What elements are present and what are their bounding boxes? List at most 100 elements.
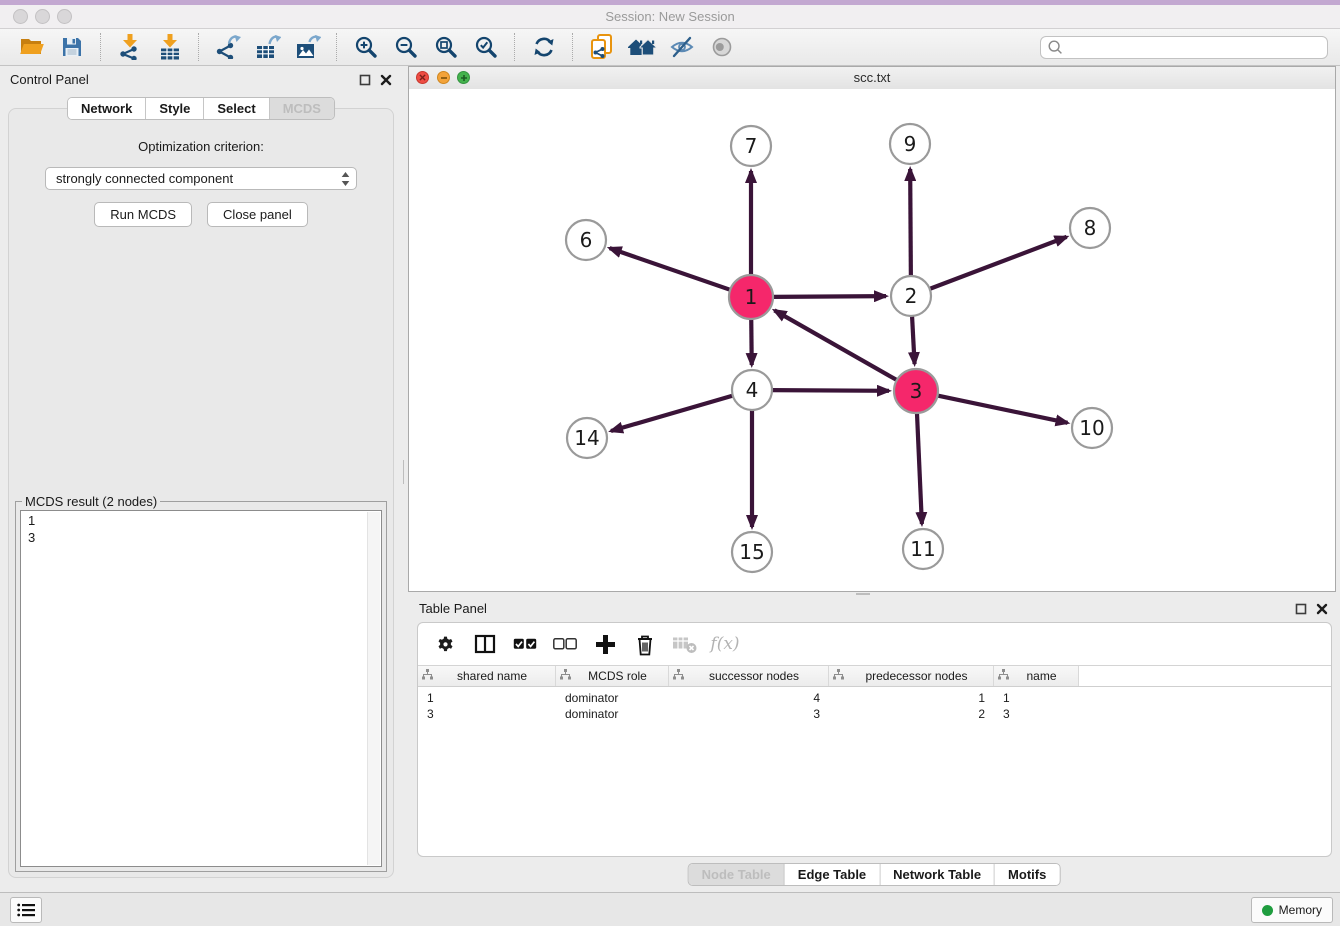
column-label: MCDS role: [571, 669, 664, 683]
column-label: predecessor nodes: [844, 669, 989, 683]
zoom-in-icon[interactable]: [350, 32, 382, 62]
table-header-row: shared name MCDS role successor nodes prede…: [418, 665, 1331, 687]
column-header-shared-name[interactable]: shared name: [418, 666, 556, 686]
delete-table-icon[interactable]: [672, 631, 698, 657]
edge-2-3[interactable]: [912, 316, 915, 364]
network-canvas[interactable]: 7968124314101511: [409, 89, 1335, 591]
hide-details-icon[interactable]: [666, 32, 698, 62]
table-row[interactable]: 3dominator323: [418, 706, 1331, 722]
float-panel-icon[interactable]: [1295, 602, 1307, 620]
result-scrollbar[interactable]: [367, 512, 380, 865]
close-panel-button[interactable]: Close panel: [207, 202, 308, 227]
tab-motifs[interactable]: Motifs: [995, 864, 1059, 885]
node-label-4: 4: [746, 378, 759, 402]
task-history-button[interactable]: [10, 897, 42, 923]
edge-3-11[interactable]: [917, 413, 922, 524]
table-cell: dominator: [556, 707, 669, 721]
control-panel-title: Control Panel: [10, 72, 89, 87]
table-cell: 1: [418, 691, 556, 705]
add-column-icon[interactable]: [592, 631, 618, 657]
result-line: 3: [28, 529, 365, 546]
close-panel-icon[interactable]: [1316, 602, 1328, 620]
close-panel-icon[interactable]: [380, 73, 392, 91]
edge-1-2[interactable]: [773, 296, 886, 297]
save-session-icon[interactable]: [56, 32, 88, 62]
function-builder-icon[interactable]: f(x): [712, 631, 738, 657]
network-window-titlebar[interactable]: scc.txt: [409, 67, 1335, 90]
column-header-predecessor-nodes[interactable]: predecessor nodes: [829, 666, 994, 686]
edge-2-8[interactable]: [930, 237, 1067, 289]
tab-mcds[interactable]: MCDS: [270, 98, 334, 119]
main-toolbar: [0, 29, 1340, 66]
toggle-column-layout-icon[interactable]: [472, 631, 498, 657]
table-cell: 3: [994, 707, 1079, 721]
eye-icon[interactable]: [706, 32, 738, 62]
node-label-14: 14: [574, 426, 599, 450]
open-session-icon[interactable]: [16, 32, 48, 62]
tab-network-table[interactable]: Network Table: [880, 864, 995, 885]
run-mcds-button[interactable]: Run MCDS: [94, 202, 192, 227]
column-label: name: [1009, 669, 1074, 683]
export-image-icon[interactable]: [292, 32, 324, 62]
tab-node-table[interactable]: Node Table: [689, 864, 785, 885]
edge-3-10[interactable]: [938, 396, 1068, 423]
table-panel: Table Panel: [408, 596, 1340, 893]
toolbar-separator: [514, 33, 516, 61]
node-label-1: 1: [745, 285, 758, 309]
clone-network-icon[interactable]: [586, 32, 618, 62]
table-settings-icon[interactable]: [432, 631, 458, 657]
toolbar-separator: [198, 33, 200, 61]
edge-4-14[interactable]: [611, 396, 733, 431]
node-label-11: 11: [910, 537, 935, 561]
column-header-name[interactable]: name: [994, 666, 1079, 686]
hierarchy-icon: [560, 669, 571, 683]
delete-column-icon[interactable]: [632, 631, 658, 657]
tab-select[interactable]: Select: [204, 98, 269, 119]
mcds-result-list: 13: [20, 510, 382, 867]
float-panel-icon[interactable]: [359, 73, 371, 91]
tab-edge-table[interactable]: Edge Table: [785, 864, 880, 885]
hierarchy-icon: [673, 669, 684, 683]
tab-network[interactable]: Network: [68, 98, 146, 119]
column-header-mcds-role[interactable]: MCDS role: [556, 666, 669, 686]
column-header-successor-nodes[interactable]: successor nodes: [669, 666, 829, 686]
status-bar: Memory: [0, 892, 1340, 926]
node-table: f(x) shared name MCDS role successor nodes…: [417, 622, 1332, 857]
node-label-3: 3: [910, 379, 923, 403]
table-row[interactable]: 1dominator411: [418, 690, 1331, 706]
toolbar-separator: [336, 33, 338, 61]
refresh-icon[interactable]: [528, 32, 560, 62]
export-table-icon[interactable]: [252, 32, 284, 62]
column-label: shared name: [433, 669, 551, 683]
edge-4-3[interactable]: [772, 390, 889, 391]
zoom-out-icon[interactable]: [390, 32, 422, 62]
memory-button[interactable]: Memory: [1251, 897, 1333, 923]
node-label-10: 10: [1079, 416, 1104, 440]
result-line: 1: [28, 512, 365, 529]
splitter-grip-icon[interactable]: [856, 593, 870, 595]
tab-style[interactable]: Style: [146, 98, 204, 119]
memory-label: Memory: [1279, 903, 1322, 917]
criterion-dropdown[interactable]: strongly connected component: [45, 167, 357, 190]
edge-3-1[interactable]: [774, 310, 896, 380]
optimization-criterion-label: Optimization criterion:: [9, 139, 393, 154]
list-icon: [17, 903, 35, 917]
edge-2-9[interactable]: [910, 169, 911, 276]
criterion-value: strongly connected component: [56, 171, 341, 186]
home-icon[interactable]: [626, 32, 658, 62]
import-network-icon[interactable]: [114, 32, 146, 62]
zoom-fit-icon[interactable]: [430, 32, 462, 62]
zoom-selected-icon[interactable]: [470, 32, 502, 62]
edge-1-6[interactable]: [610, 248, 731, 290]
mcds-result-title: MCDS result (2 nodes): [22, 494, 160, 509]
node-label-15: 15: [739, 540, 764, 564]
search-field[interactable]: [1040, 36, 1328, 59]
export-network-icon[interactable]: [212, 32, 244, 62]
import-table-icon[interactable]: [154, 32, 186, 62]
control-tabs: NetworkStyleSelectMCDS: [67, 97, 335, 120]
unselect-all-columns-icon[interactable]: [552, 631, 578, 657]
select-all-columns-icon[interactable]: [512, 631, 538, 657]
network-graph: 7968124314101511: [409, 89, 1335, 591]
table-body: 1dominator4113dominator323: [418, 690, 1331, 722]
search-input[interactable]: [1063, 39, 1321, 55]
